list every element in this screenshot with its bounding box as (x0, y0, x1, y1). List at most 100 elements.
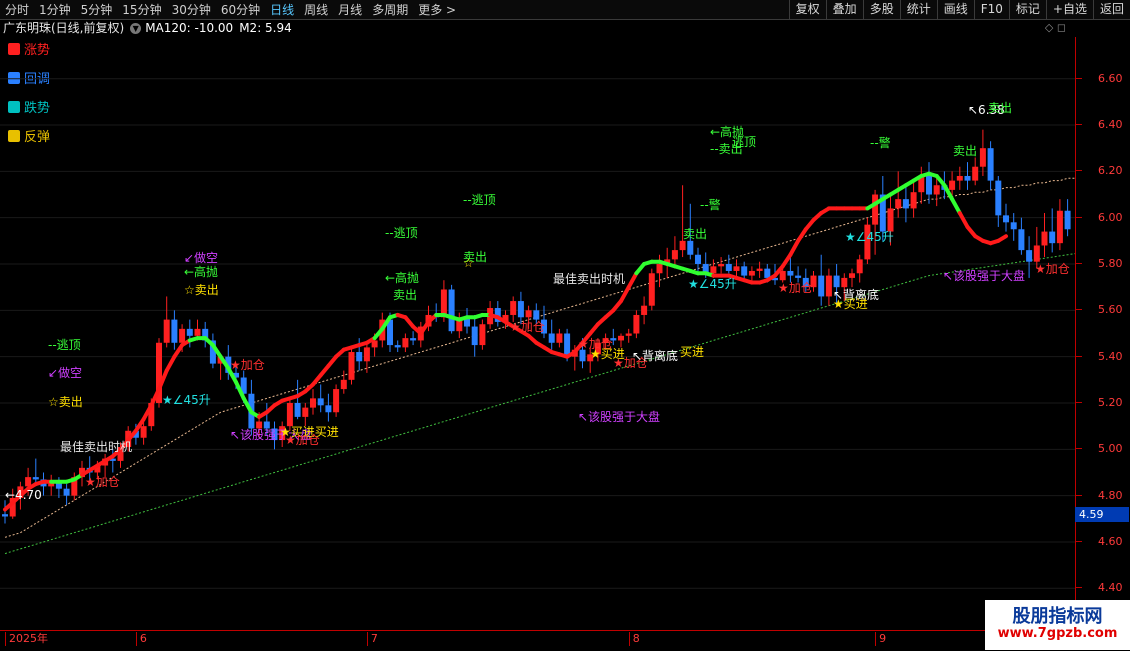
y-tick-label: 6.60 (1076, 71, 1123, 85)
period-tab-5[interactable]: 60分钟 (216, 3, 265, 17)
candle-body (933, 185, 940, 195)
candle-body (687, 240, 694, 255)
signal-annotation: 卖出 (953, 144, 978, 158)
x-tick-label: 8 (628, 632, 640, 646)
x-tick-label: 9 (875, 632, 886, 646)
period-tab-6[interactable]: 日线 (265, 3, 299, 17)
candle-body (995, 180, 1002, 216)
candle-body (286, 402, 293, 427)
candle-body (1049, 231, 1056, 244)
signal-annotation: ☆卖出 (48, 395, 83, 409)
trend-line-segment (957, 211, 970, 229)
signal-annotation: 逃顶 (732, 135, 757, 149)
candle-body (641, 305, 648, 315)
candle-body (25, 477, 32, 487)
candle-body (317, 398, 324, 406)
toolbar-button-8[interactable]: 返回 (1092, 0, 1130, 19)
candle-body (471, 326, 478, 346)
candle-body (517, 301, 524, 318)
candle-body (325, 405, 332, 413)
signal-annotation: --警 (870, 136, 891, 150)
candle-body (987, 148, 994, 181)
period-tab-8[interactable]: 月线 (333, 3, 367, 17)
ma-mid-line (4, 177, 1075, 538)
signal-annotation: ★∠45升 (845, 230, 894, 244)
candle-body (756, 268, 763, 271)
period-tab-10[interactable]: 更多 > (413, 3, 461, 17)
signal-annotation: ★加仓 (510, 320, 545, 334)
candle-body (818, 275, 825, 297)
candle-body (1033, 245, 1040, 262)
candle-body (779, 270, 786, 281)
candle-body (679, 240, 686, 251)
candle-body (956, 175, 963, 181)
candle-body (1026, 250, 1033, 262)
candle-body (841, 277, 848, 288)
candle-body (895, 199, 902, 209)
signal-annotation: ←高抛 (184, 265, 219, 279)
period-toolbar: 分时 1分钟 5分钟 15分钟 30分钟 60分钟 日线 周线 月线 多周期 更多 > 复权 叠加 多股… (0, 0, 1130, 20)
period-tab-2[interactable]: 5分钟 (76, 3, 118, 17)
signal-annotation: 卖出 (393, 288, 418, 302)
candle-body (402, 338, 409, 348)
x-tick-label: 7 (366, 632, 378, 646)
y-tick-label: 4.80 (1076, 488, 1123, 502)
toolbar-button-1[interactable]: 叠加 (825, 0, 863, 19)
period-tab-1[interactable]: 1分钟 (34, 3, 76, 17)
ma120-readout: MA120: -10.00 (145, 21, 234, 35)
y-tick-label: 5.80 (1076, 257, 1123, 270)
candle-body (695, 254, 701, 265)
y-tick-label: 5.00 (1076, 442, 1123, 456)
toolbar-button-6[interactable]: 标记 (1008, 0, 1046, 19)
candle-body (548, 333, 555, 343)
trend-line-segment (788, 238, 801, 257)
signal-annotation: 最佳卖出时机 (553, 272, 626, 286)
chart-options-icon[interactable]: ◇ ◻ (1045, 21, 1066, 34)
candle-body (1003, 215, 1009, 223)
candle-body (949, 180, 956, 190)
signal-annotation: 卖出 (988, 101, 1013, 115)
trend-line-segment (172, 343, 185, 359)
toolbar-button-0[interactable]: 复权 (788, 0, 826, 19)
toolbar-button-5[interactable]: F10 (973, 0, 1009, 19)
trend-line-segment (950, 197, 962, 216)
date-axis: 2025年 6 7 8 9 (0, 630, 1075, 651)
toolbar-button-2[interactable]: 多股 (862, 0, 900, 19)
candle-body (410, 338, 417, 341)
candle-body (872, 194, 879, 225)
candle-body (525, 310, 532, 318)
period-tab-0[interactable]: 分时 (0, 3, 34, 17)
y-tick-label: 6.40 (1076, 118, 1123, 132)
candle-body (910, 192, 917, 209)
toolbar-button-7[interactable]: +自选 (1045, 0, 1093, 19)
candle-body (186, 328, 193, 336)
x-tick-label: 2025年 (5, 632, 48, 646)
chevron-down-icon[interactable]: ▼ (130, 23, 142, 34)
period-tab-7[interactable]: 周线 (299, 3, 333, 17)
candle-body (1056, 210, 1063, 244)
period-tab-3[interactable]: 15分钟 (117, 3, 166, 17)
x-tick-label: 6 (135, 632, 147, 646)
candle-body (733, 266, 740, 271)
signal-annotation: 买进 (680, 345, 705, 359)
candle-body (163, 319, 170, 343)
candle-body (887, 208, 894, 232)
candle-body (902, 199, 909, 209)
candle-body (294, 402, 301, 417)
candle-body (972, 166, 979, 181)
candle-body (718, 264, 725, 267)
period-tab-9[interactable]: 多周期 (367, 3, 413, 17)
toolbar-button-3[interactable]: 统计 (899, 0, 937, 19)
toolbar-button-4[interactable]: 画线 (936, 0, 974, 19)
candle-body (63, 488, 70, 496)
signal-annotation: ←4.70 (5, 488, 42, 502)
watermark: 股朋指标网 www.7gpzb.com (985, 600, 1130, 650)
signal-annotation: ★加仓 (285, 433, 320, 447)
last-price-tag: 4.59 (1075, 507, 1129, 522)
stock-title: 广东明珠(日线,前复权) (3, 21, 125, 35)
candle-body (741, 266, 748, 276)
candle-body (1018, 229, 1025, 251)
period-tab-4[interactable]: 30分钟 (167, 3, 216, 17)
price-axis: 6.60 6.40 6.20 6.00 5.80 5.60 5.40 5.20 5.00 4.80… (1075, 37, 1130, 630)
signal-annotation: 最佳卖出时机 (60, 440, 133, 454)
